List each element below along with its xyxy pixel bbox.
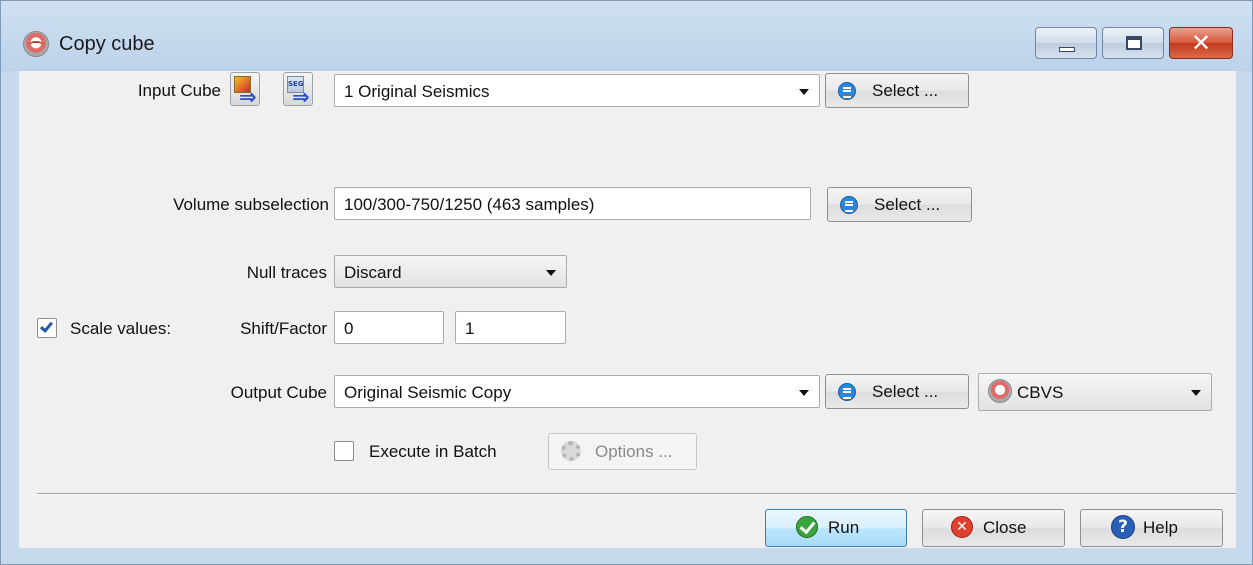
chevron-down-icon: [546, 270, 556, 276]
output-cube-label: Output Cube: [230, 383, 327, 402]
shift-value: 0: [344, 319, 354, 338]
volume-subselection-label: Volume subselection: [173, 195, 329, 214]
input-cube-combo[interactable]: 1 Original Seismics: [334, 74, 820, 107]
volume-select-button[interactable]: Select ...: [827, 187, 972, 222]
close-circle-icon: ✕: [951, 516, 973, 538]
arrow-right-icon: ⇒: [292, 85, 310, 109]
chevron-down-icon: [1191, 390, 1201, 396]
maximize-button[interactable]: [1102, 27, 1164, 59]
options-label: Options ...: [595, 442, 673, 461]
help-icon: ?: [1111, 515, 1135, 539]
input-cube-select-button[interactable]: Select ...: [825, 73, 969, 108]
scale-values-checkbox[interactable]: [37, 318, 57, 338]
scale-values-label: Scale values:: [70, 319, 172, 338]
list-icon: [838, 383, 856, 401]
checkmark-icon: [39, 319, 54, 333]
chevron-down-icon: [799, 89, 809, 95]
window-title: Copy cube: [59, 33, 155, 55]
run-label: Run: [828, 518, 860, 537]
volume-subselection-field[interactable]: 100/300-750/1250 (463 samples): [334, 187, 811, 220]
output-format-value: CBVS: [1017, 383, 1064, 402]
output-cube-value: Original Seismic Copy: [344, 383, 512, 402]
batch-options-button[interactable]: Options ...: [548, 433, 697, 470]
output-cube-combo[interactable]: Original Seismic Copy: [334, 375, 820, 408]
checkmark-icon: [796, 516, 818, 538]
null-traces-value: Discard: [344, 263, 402, 282]
select-label: Select ...: [872, 382, 939, 401]
close-button[interactable]: ✕ Close: [922, 509, 1065, 547]
input-cube-value: 1 Original Seismics: [344, 82, 490, 101]
list-icon: [838, 82, 856, 100]
footer-separator: [37, 493, 1236, 495]
execute-in-batch-label: Execute in Batch: [369, 442, 497, 461]
select-label: Select ...: [874, 195, 941, 214]
app-icon: [23, 31, 49, 57]
list-icon: [840, 196, 858, 214]
run-button[interactable]: Run: [765, 509, 907, 547]
help-button[interactable]: ? Help: [1080, 509, 1223, 547]
cbvs-format-icon: [988, 379, 1012, 403]
import-cube-button[interactable]: ⇒: [230, 72, 260, 109]
shift-factor-label: Shift/Factor: [240, 319, 327, 338]
null-traces-combo[interactable]: Discard: [334, 255, 567, 288]
copy-cube-window: Copy cube ✕ Input Cube ⇒ SEG ⇒ 1 Origina…: [0, 0, 1253, 565]
minimize-button[interactable]: [1035, 27, 1097, 59]
title-bar[interactable]: Copy cube ✕: [1, 1, 1252, 71]
import-segy-button[interactable]: SEG ⇒: [283, 72, 313, 109]
help-label: Help: [1143, 518, 1178, 537]
chevron-down-icon: [799, 390, 809, 396]
null-traces-label: Null traces: [246, 263, 327, 282]
window-close-button[interactable]: ✕: [1169, 27, 1233, 59]
close-icon: ✕: [1190, 29, 1212, 57]
dialog-body: Input Cube ⇒ SEG ⇒ 1 Original Seismics S…: [19, 71, 1236, 548]
volume-subselection-value: 100/300-750/1250 (463 samples): [344, 195, 595, 214]
close-label: Close: [983, 518, 1027, 537]
output-format-combo[interactable]: CBVS: [978, 373, 1212, 411]
gear-icon: [561, 441, 581, 461]
output-cube-select-button[interactable]: Select ...: [825, 374, 969, 409]
execute-in-batch-checkbox[interactable]: [334, 441, 354, 461]
maximize-icon: [1126, 36, 1142, 50]
select-label: Select ...: [872, 81, 939, 100]
minimize-icon: [1059, 47, 1075, 52]
input-cube-label: Input Cube: [137, 81, 221, 100]
shift-input[interactable]: 0: [334, 311, 444, 344]
factor-input[interactable]: 1: [455, 311, 566, 344]
factor-value: 1: [465, 319, 475, 338]
arrow-right-icon: ⇒: [239, 85, 257, 109]
